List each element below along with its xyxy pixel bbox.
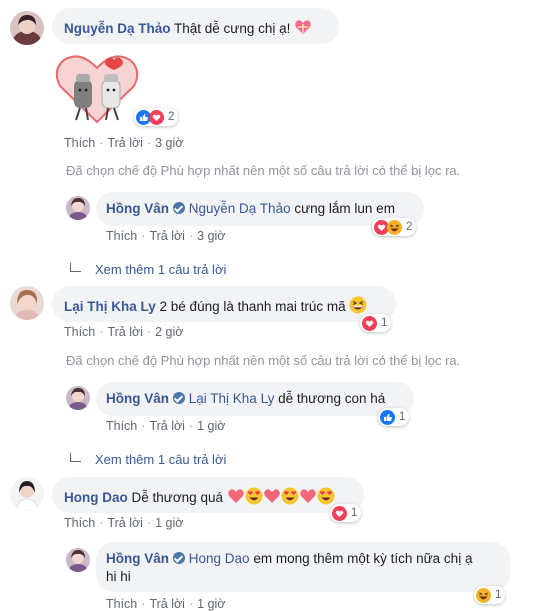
reaction-count: 2 [168,111,175,123]
mention-link[interactable]: Hong Dao [189,551,250,566]
mention-link[interactable]: Nguyễn Dạ Thảo [189,201,291,216]
heart-gift-icon [294,18,312,41]
love-icon [362,315,377,331]
view-more-label: Xem thêm 1 câu trả lời [95,262,227,277]
comment-author[interactable]: Nguyễn Dạ Thảo [64,21,171,36]
avatar-nguyen-da-thao-icon [10,11,44,45]
reply-author[interactable]: Hồng Vân [106,391,169,406]
reply-link[interactable]: Trả lời [107,325,143,339]
haha-icon [387,219,402,235]
reply-text: Hồng Vân Lại Thị Kha Ly dễ thương con há [106,390,385,408]
timestamp[interactable]: 1 giờ [155,516,183,530]
heart-icon [227,487,245,510]
reply-arrow-icon [70,263,81,272]
timestamp[interactable]: 3 giờ [155,136,183,150]
avatar[interactable] [66,386,90,410]
heart-eyes-icon [281,487,299,510]
reply-body: cưng lắm lun em [294,201,395,216]
comment-actions: Thích · Trả lời · 1 giờ [64,516,184,530]
view-more-replies-link[interactable]: Xem thêm 1 câu trả lời [70,262,226,277]
comment-author[interactable]: Lại Thị Kha Ly [64,299,156,314]
reply-link[interactable]: Trả lời [149,419,185,433]
reaction-count: 1 [381,317,388,329]
like-link[interactable]: Thích [106,229,137,243]
reply-actions: Thích · Trả lời · 3 giờ [106,229,226,243]
reaction-summary[interactable]: 1 [378,408,410,426]
comment-body: Dễ thương quá [131,490,223,505]
reply-author[interactable]: Hồng Vân [106,201,169,216]
reply-link[interactable]: Trả lời [149,597,185,611]
reply-text-line-2: hi hi [106,569,131,584]
like-link[interactable]: Thích [106,419,137,433]
heart-icon [299,487,317,510]
reaction-summary[interactable]: 2 [372,218,417,236]
comment-actions: Thích · Trả lời · 3 giờ [64,136,184,150]
like-link[interactable]: Thích [64,516,95,530]
reaction-count: 1 [399,411,406,423]
reaction-count: 1 [351,507,358,519]
verified-badge-icon [173,202,185,214]
reaction-count: 2 [406,221,413,233]
comment-actions: Thích · Trả lời · 2 giờ [64,325,184,339]
emoji-row [227,487,335,505]
reply-author[interactable]: Hồng Vân [106,551,169,566]
avatar[interactable] [10,477,44,511]
reply-body: dễ thương con há [278,391,386,406]
avatar-hong-van-icon [66,196,90,220]
avatar[interactable] [66,548,90,572]
like-link[interactable]: Thích [64,136,95,150]
avatar[interactable] [10,11,44,45]
avatar-hong-dao-icon [10,477,44,511]
filter-note: Đã chọn chế độ Phù hợp nhất nên một số c… [66,353,461,368]
verified-badge-icon [173,392,185,404]
reply-body: em mong thêm một kỳ tích nữa chị ạ [253,551,473,566]
like-link[interactable]: Thích [106,597,137,611]
timestamp[interactable]: 2 giờ [155,325,183,339]
love-icon [332,505,347,521]
comment-author[interactable]: Hong Dao [64,490,128,505]
timestamp[interactable]: 1 giờ [197,419,225,433]
view-more-label: Xem thêm 1 câu trả lời [95,452,227,467]
comment-text: Hong Dao Dễ thương quá [64,487,335,510]
reaction-summary[interactable]: 2 [134,108,179,126]
salt-pepper-love-sticker[interactable] [54,50,140,126]
avatar-hong-van-icon [66,548,90,572]
reply-arrow-icon [70,453,81,462]
reaction-count: 1 [495,589,502,601]
view-more-replies-link[interactable]: Xem thêm 1 câu trả lời [70,452,226,467]
avatar-lai-thi-kha-ly-icon [10,286,44,320]
reply-actions: Thích · Trả lời · 1 giờ [106,597,226,611]
comment-text: Nguyễn Dạ Thảo Thật dễ cưng chị ạ! [64,18,312,41]
reaction-summary[interactable]: 1 [360,314,392,332]
haha-icon [476,587,491,603]
reply-actions: Thích · Trả lời · 1 giờ [106,419,226,433]
like-icon [380,409,395,425]
filter-note: Đã chọn chế độ Phù hợp nhất nên một số c… [66,163,461,178]
timestamp[interactable]: 3 giờ [197,229,225,243]
avatar[interactable] [10,286,44,320]
reply-text: Hồng Vân Nguyễn Dạ Thảo cưng lắm lun em [106,200,395,218]
like-link[interactable]: Thích [64,325,95,339]
reaction-summary[interactable]: 1 [330,504,362,522]
timestamp[interactable]: 1 giờ [197,597,225,611]
comment-body: 2 bé đúng là thanh mai trúc mã [159,299,346,314]
heart-eyes-icon [245,487,263,510]
avatar[interactable] [66,196,90,220]
avatar-hong-van-icon [66,386,90,410]
reply-text: Hồng Vân Hong Dao em mong thêm một kỳ tí… [106,550,472,568]
heart-icon [263,487,281,510]
reply-link[interactable]: Trả lời [107,516,143,530]
reply-link[interactable]: Trả lời [149,229,185,243]
comment-text: Lại Thị Kha Ly 2 bé đúng là thanh mai tr… [64,296,367,319]
reaction-summary[interactable]: 1 [474,586,506,604]
verified-badge-icon [173,552,185,564]
love-icon [149,109,164,125]
comment-body: Thật dễ cưng chị ạ! [174,21,291,36]
reply-link[interactable]: Trả lời [107,136,143,150]
mention-link[interactable]: Lại Thị Kha Ly [189,391,275,406]
